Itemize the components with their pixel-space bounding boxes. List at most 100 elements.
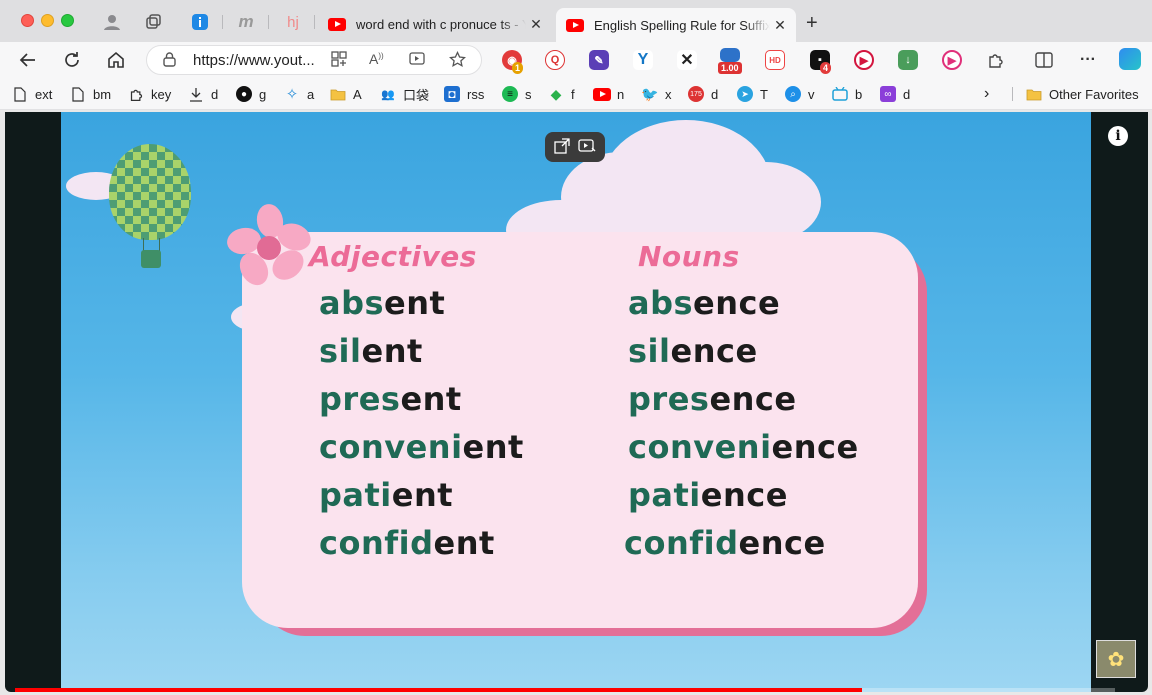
bookmark-folder-a[interactable]: A — [330, 85, 362, 103]
bookmark-label: key — [151, 86, 172, 102]
tab-word-end[interactable]: word end with c pronuce ts - Y ✕ — [318, 8, 552, 40]
progress-bar[interactable] — [15, 688, 1115, 692]
cloud — [711, 162, 821, 242]
tab-close-icon[interactable]: ✕ — [770, 17, 790, 34]
bookmark-label: a — [307, 86, 315, 102]
word-suffix: ent — [361, 332, 423, 370]
extension-v-icon[interactable]: Y — [633, 50, 653, 70]
search-icon: ⌕ — [785, 86, 801, 102]
tab-close-icon[interactable]: ✕ — [526, 16, 546, 33]
bookmark-s[interactable]: ≡ s — [502, 85, 532, 103]
bookmark-label: d — [711, 86, 719, 102]
app-icon: ∞ — [880, 86, 896, 102]
hot-air-balloon — [109, 144, 191, 240]
split-screen-icon[interactable] — [1034, 50, 1054, 70]
tab-separator — [222, 15, 223, 29]
word-suffix: ent — [391, 476, 454, 514]
page-icon — [70, 86, 86, 102]
lock-icon[interactable] — [163, 52, 176, 70]
download-icon — [188, 86, 204, 102]
back-icon[interactable] — [15, 47, 41, 73]
bookmark-a[interactable]: ✧ a — [284, 85, 315, 103]
video-player[interactable]: Adjectives Nouns absent silent present c… — [5, 112, 1148, 692]
bookmark-rss[interactable]: ◘ rss — [444, 85, 484, 103]
app-available-icon[interactable] — [331, 51, 347, 71]
new-tab-icon[interactable]: + — [806, 12, 818, 35]
extension-cross-icon[interactable]: ✕ — [677, 50, 697, 70]
video-frame: Adjectives Nouns absent silent present c… — [61, 112, 1091, 692]
address-bar[interactable]: https://www.yout... A)) — [146, 45, 482, 75]
extension-hd-icon[interactable]: HD — [765, 50, 785, 70]
bookmark-label: ext — [35, 86, 53, 102]
balloon-rope — [159, 238, 160, 251]
extension-badge: 1 — [512, 62, 524, 74]
profile-icon[interactable] — [102, 12, 122, 32]
extension-play-icon[interactable]: ▶ — [942, 50, 962, 70]
adjectives-heading: Adjectives — [309, 240, 477, 273]
bookmark-label: rss — [467, 86, 485, 102]
bookmark-d3[interactable]: ∞ d — [880, 85, 910, 103]
refresh-icon[interactable] — [59, 47, 85, 73]
bookmark-f[interactable]: ◆ f — [548, 85, 575, 103]
speed-badge: 1.00 — [718, 62, 742, 74]
word-suffix: ence — [771, 428, 859, 466]
info-icon[interactable]: i — [1108, 126, 1128, 146]
bookmark-t[interactable]: ➤ T — [737, 85, 768, 103]
extension-search-icon[interactable]: Q — [545, 50, 565, 70]
telegram-icon: ➤ — [737, 86, 753, 102]
copilot-icon[interactable] — [1119, 48, 1141, 70]
extension-replay-icon[interactable]: ▶ — [854, 50, 874, 70]
bookmark-label: g — [259, 86, 267, 102]
tab-english-spelling[interactable]: English Spelling Rule for Suffix ✕ — [556, 8, 796, 42]
pinned-tab-info[interactable] — [190, 12, 210, 32]
word-suffix: ence — [709, 380, 797, 418]
youtube-icon — [593, 86, 611, 102]
puzzle-icon — [128, 86, 144, 102]
word-suffix: ent — [433, 524, 495, 562]
other-favorites[interactable]: Other Favorites — [1026, 85, 1139, 103]
minimize-window-button[interactable] — [41, 14, 54, 27]
bookmark-ext[interactable]: ext — [12, 85, 52, 103]
feedly-icon: ◆ — [550, 85, 562, 102]
extension-purple-icon[interactable]: ✎ — [589, 50, 609, 70]
zoom-window-button[interactable] — [61, 14, 74, 27]
channel-watermark-icon[interactable]: ✿ — [1096, 640, 1136, 678]
bookmark-b[interactable]: b — [832, 85, 862, 103]
bookmark-koudai[interactable]: 👥 口袋 — [380, 85, 429, 103]
bookmark-n[interactable]: n — [593, 85, 625, 103]
spotify-icon: ≡ — [502, 86, 518, 102]
pinned-tab-hj[interactable]: hj — [283, 12, 303, 32]
picture-in-picture-icon[interactable] — [578, 138, 596, 157]
bookmark-bm[interactable]: bm — [70, 85, 111, 103]
workspaces-icon[interactable] — [143, 12, 163, 32]
bookmark-label: x — [665, 86, 672, 102]
word-stem: sil — [319, 332, 362, 370]
bookmark-v[interactable]: ⌕ v — [785, 85, 815, 103]
progress-fill — [15, 688, 862, 692]
notif-badge: 4 — [820, 62, 832, 74]
bookmark-label: n — [617, 86, 625, 102]
word-suffix: ent — [462, 428, 524, 466]
more-menu-icon[interactable]: ··· — [1078, 50, 1098, 70]
tab-title: word end with c pronuce ts - Y — [356, 16, 526, 32]
extensions-puzzle-icon[interactable] — [986, 50, 1006, 70]
bookmark-d[interactable]: d — [188, 85, 218, 103]
extension-speed-icon[interactable] — [720, 48, 740, 62]
favorite-star-icon[interactable] — [449, 50, 466, 72]
extension-download-icon[interactable]: ↓ — [898, 50, 918, 70]
word-suffix: ent — [384, 284, 446, 322]
url-text[interactable]: https://www.yout... — [193, 52, 321, 69]
read-aloud-icon[interactable]: A)) — [369, 51, 384, 67]
popout-icon[interactable] — [554, 137, 570, 157]
bookmark-x[interactable]: 🐦 x — [641, 85, 672, 103]
bookmark-key[interactable]: key — [128, 85, 171, 103]
picture-in-picture-icon[interactable] — [409, 51, 425, 71]
tab-strip: m hj word end with c pronuce ts - Y ✕ En… — [0, 0, 1152, 42]
bookmarks-overflow-chevron-icon[interactable]: › — [984, 85, 989, 103]
close-window-button[interactable] — [21, 14, 34, 27]
pinned-tab-m[interactable]: m — [236, 12, 256, 32]
bookmark-d2[interactable]: 175 d — [688, 85, 718, 103]
noun-word: absence — [628, 284, 780, 322]
home-icon[interactable] — [103, 47, 129, 73]
bookmark-g[interactable]: ● g — [236, 85, 266, 103]
